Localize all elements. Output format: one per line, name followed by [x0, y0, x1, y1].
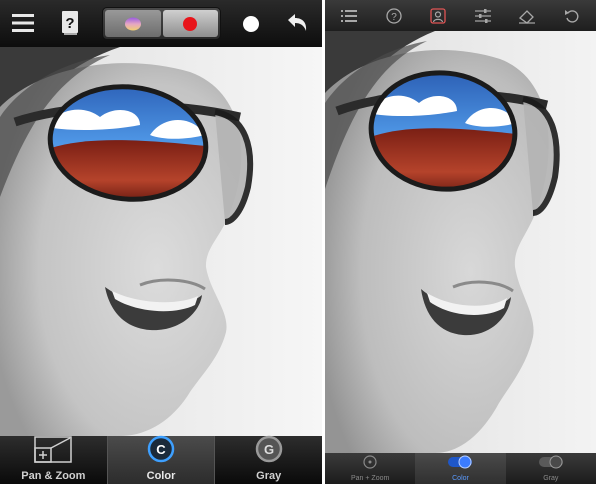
mode-segmented-control [102, 7, 221, 40]
color-mode-icon[interactable] [105, 10, 161, 37]
right-app-screen: ? Pan + Zoom Color Gray [325, 0, 596, 484]
photo-canvas[interactable] [0, 47, 322, 436]
svg-text:?: ? [391, 12, 397, 23]
help-icon[interactable]: ? [59, 9, 81, 37]
top-toolbar: ? [0, 0, 322, 47]
pan-zoom-icon [33, 435, 73, 468]
mode-gray[interactable]: Gray [506, 453, 596, 484]
mode-gray[interactable]: G Gray [215, 435, 322, 484]
brush-size-icon[interactable] [240, 13, 262, 35]
mode-label: Gray [543, 475, 559, 482]
portrait-photo [325, 31, 596, 453]
sliders-icon[interactable] [472, 5, 494, 27]
mode-bar: Pan & Zoom C Color G Gray [0, 435, 322, 484]
list-icon[interactable] [338, 5, 360, 27]
gray-g-icon: G [254, 435, 284, 468]
mode-label: Color [452, 475, 469, 482]
color-c-icon: C [146, 435, 176, 468]
mode-label: Gray [256, 470, 282, 482]
mode-color[interactable]: Color [415, 453, 506, 484]
gray-toggle-icon [538, 455, 564, 474]
mode-label: Pan & Zoom [21, 470, 86, 482]
photo-canvas[interactable] [325, 31, 596, 453]
help-icon[interactable]: ? [383, 5, 405, 27]
color-c-glyph: C [156, 442, 166, 457]
person-icon[interactable] [427, 5, 449, 27]
svg-text:?: ? [65, 15, 74, 32]
mode-color[interactable]: C Color [106, 435, 216, 484]
mode-label: Color [146, 470, 176, 482]
gray-g-glyph: G [264, 442, 274, 457]
eraser-icon[interactable] [516, 5, 538, 27]
pan-zoom-icon [362, 455, 378, 474]
undo-icon[interactable] [561, 5, 583, 27]
top-toolbar: ? [325, 0, 596, 31]
red-circle-icon[interactable] [162, 10, 218, 37]
mode-bar: Pan + Zoom Color Gray [325, 453, 596, 484]
mode-pan-zoom[interactable]: Pan + Zoom [325, 453, 415, 484]
undo-icon[interactable] [284, 11, 310, 35]
menu-icon[interactable] [12, 11, 34, 35]
mode-label: Pan + Zoom [351, 475, 390, 482]
mode-pan-zoom[interactable]: Pan & Zoom [0, 436, 107, 484]
color-toggle-icon [447, 455, 473, 474]
portrait-photo [0, 47, 322, 436]
left-app-screen: ? Pan & Zoom C Color G Gray [0, 0, 322, 484]
